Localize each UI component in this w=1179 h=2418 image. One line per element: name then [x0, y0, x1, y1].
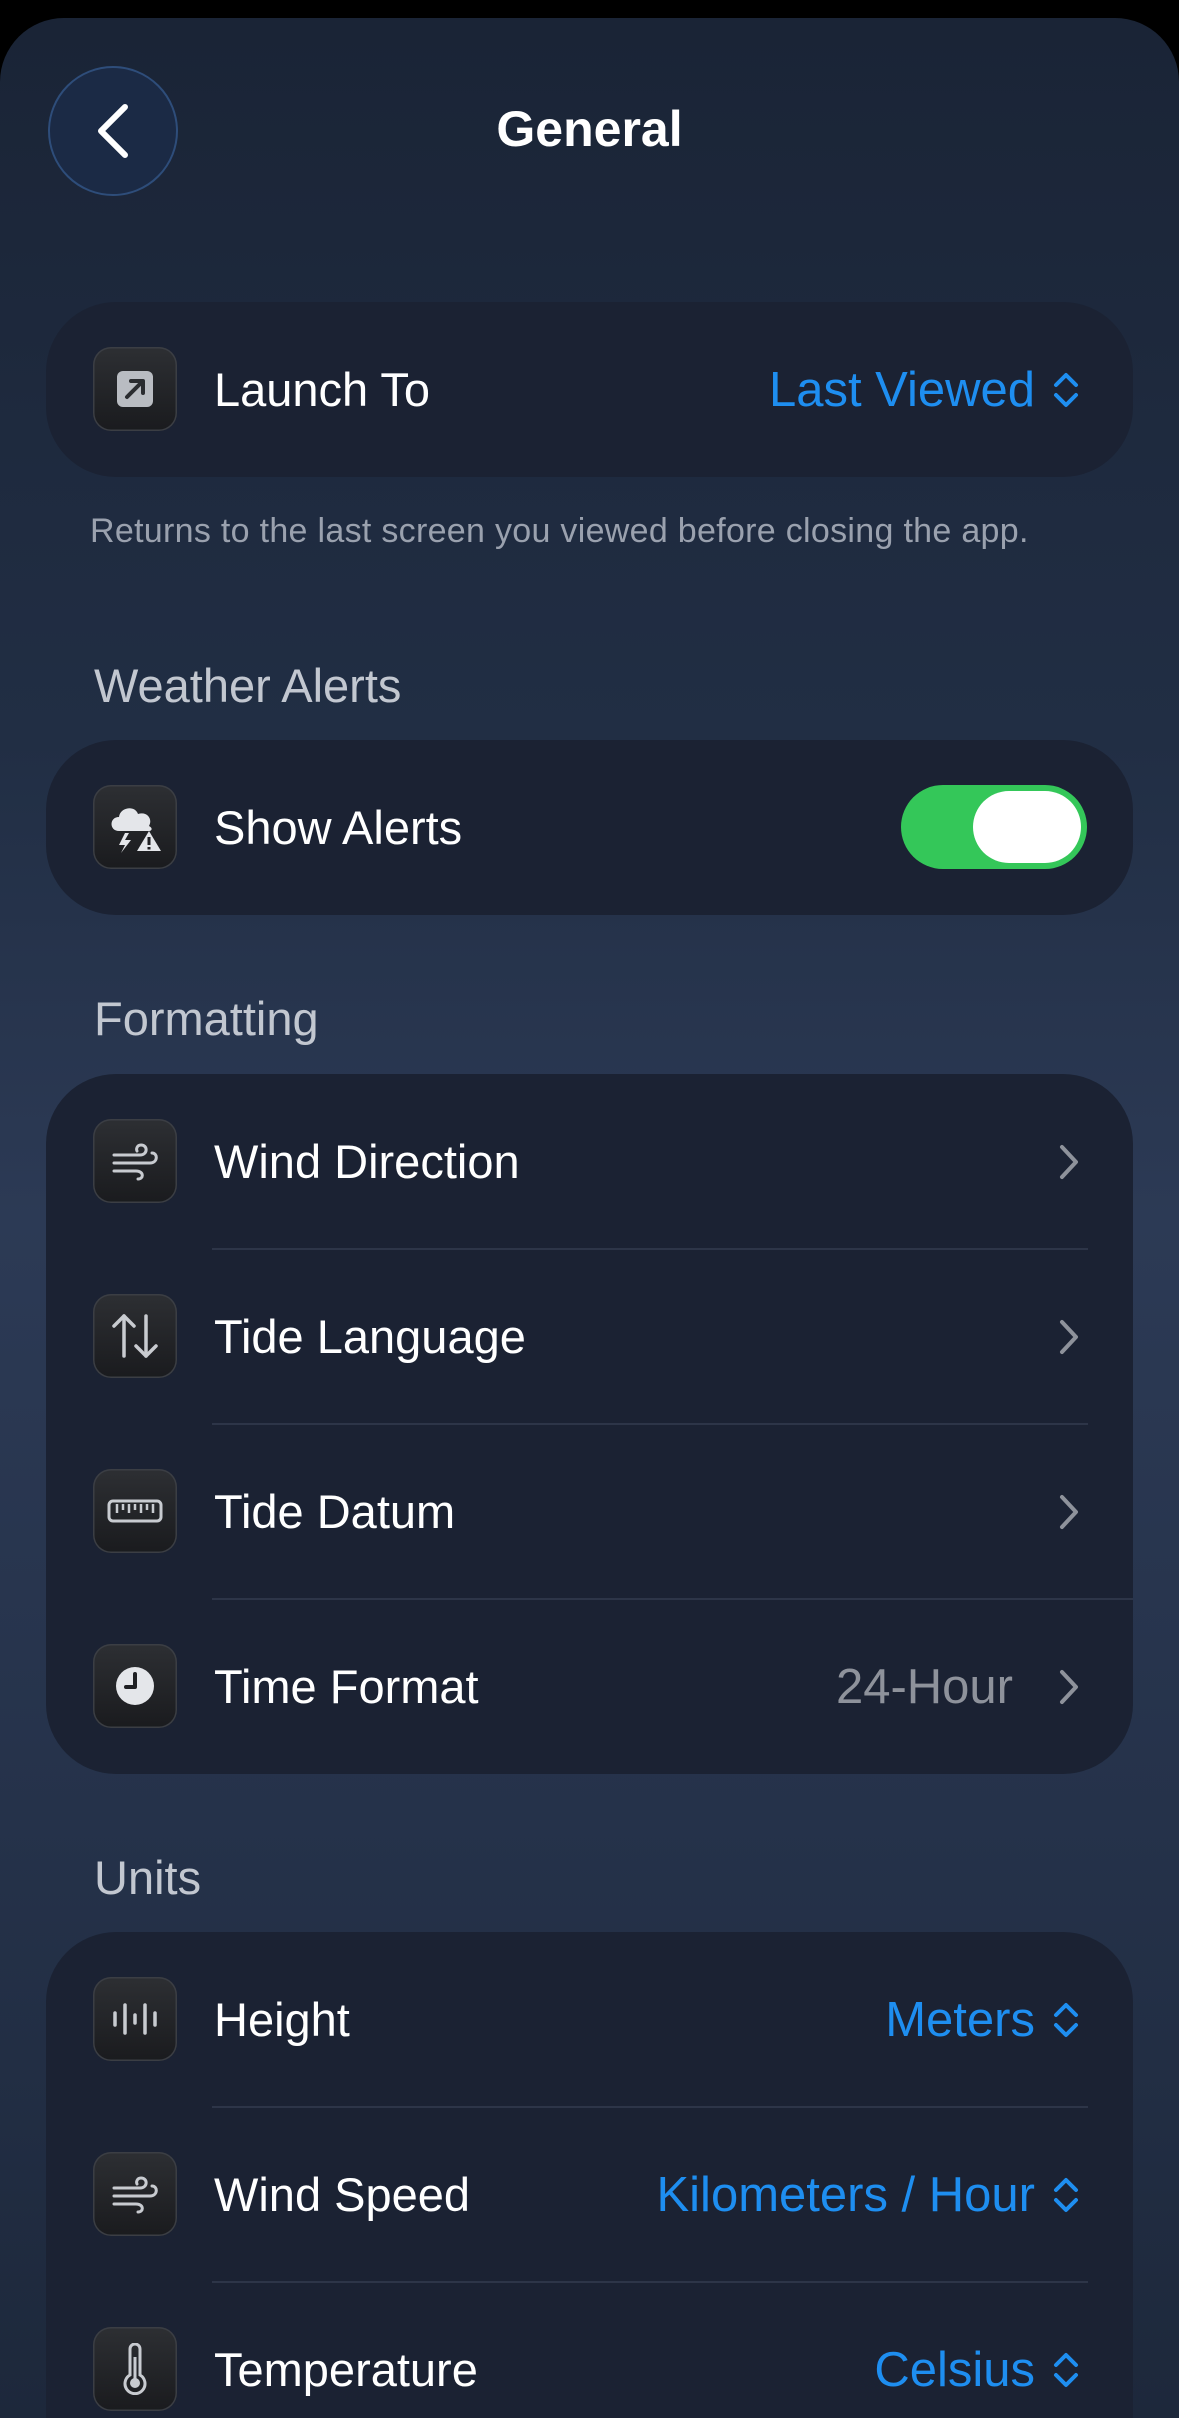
time-format-label: Time Format: [214, 1660, 479, 1713]
waveform-icon: [93, 1977, 177, 2061]
tide-language-row[interactable]: Tide Language: [46, 1249, 1133, 1424]
height-row[interactable]: Height Meters: [46, 1932, 1133, 2107]
page-title: General: [496, 101, 683, 157]
launch-card: Launch To Last Viewed: [46, 302, 1133, 477]
wind-icon: [93, 1119, 177, 1203]
toggle-knob: [973, 791, 1081, 863]
chevron-right-icon: [1057, 1249, 1081, 1424]
time-format-row[interactable]: Time Format 24-Hour: [46, 1599, 1133, 1774]
wind-speed-selector[interactable]: Kilometers / Hour: [656, 2107, 1081, 2282]
temperature-selector[interactable]: Celsius: [874, 2282, 1081, 2418]
wind-speed-row[interactable]: Wind Speed Kilometers / Hour: [46, 2107, 1133, 2282]
arrows-up-down-icon: [93, 1294, 177, 1378]
clock-icon: [93, 1644, 177, 1728]
wind-speed-value: Kilometers / Hour: [656, 2167, 1035, 2222]
weather-alerts-header: Weather Alerts: [94, 659, 402, 712]
formatting-card: Wind Direction Tide Language Tide Datum …: [46, 1074, 1133, 1774]
settings-sheet: General Launch To Last Viewed Returns to…: [0, 18, 1179, 2418]
thermometer-icon: [93, 2327, 177, 2411]
wind-direction-row[interactable]: Wind Direction: [46, 1074, 1133, 1249]
cloud-alert-icon: [93, 785, 177, 869]
height-label: Height: [214, 1993, 350, 2046]
temperature-row[interactable]: Temperature Celsius: [46, 2282, 1133, 2418]
show-alerts-toggle[interactable]: [901, 785, 1087, 869]
chevron-up-down-icon: [1054, 2352, 1078, 2387]
chevron-right-icon: [1057, 1424, 1081, 1599]
units-header: Units: [94, 1851, 202, 1904]
wind-direction-label: Wind Direction: [214, 1135, 520, 1188]
launch-arrow-icon: [93, 347, 177, 431]
launch-footnote: Returns to the last screen you viewed be…: [90, 512, 1029, 550]
weather-alerts-card: Show Alerts: [46, 740, 1133, 915]
units-card: Height Meters Wind Speed Kilometers / Ho…: [46, 1932, 1133, 2418]
show-alerts-label: Show Alerts: [214, 801, 463, 854]
temperature-label: Temperature: [214, 2343, 478, 2396]
tide-datum-label: Tide Datum: [214, 1485, 456, 1538]
wind-icon: [93, 2152, 177, 2236]
launch-to-value: Last Viewed: [768, 362, 1035, 417]
wind-speed-label: Wind Speed: [214, 2168, 471, 2221]
tide-datum-row[interactable]: Tide Datum: [46, 1424, 1133, 1599]
chevron-up-down-icon: [1054, 372, 1078, 407]
launch-to-selector[interactable]: Last Viewed: [769, 302, 1081, 477]
chevron-up-down-icon: [1054, 2002, 1078, 2037]
formatting-header: Formatting: [94, 992, 319, 1045]
chevron-up-down-icon: [1054, 2177, 1078, 2212]
launch-to-label: Launch To: [214, 363, 431, 416]
temperature-value: Celsius: [874, 2342, 1035, 2397]
chevron-right-icon: [1057, 1599, 1081, 1774]
show-alerts-row: Show Alerts: [46, 740, 1133, 915]
launch-to-row[interactable]: Launch To Last Viewed: [46, 302, 1133, 477]
ruler-icon: [93, 1469, 177, 1553]
height-selector[interactable]: Meters: [885, 1932, 1081, 2107]
tide-language-label: Tide Language: [214, 1310, 526, 1363]
time-format-value: 24-Hour: [835, 1659, 1013, 1714]
chevron-right-icon: [1057, 1074, 1081, 1249]
height-value: Meters: [885, 1992, 1035, 2047]
